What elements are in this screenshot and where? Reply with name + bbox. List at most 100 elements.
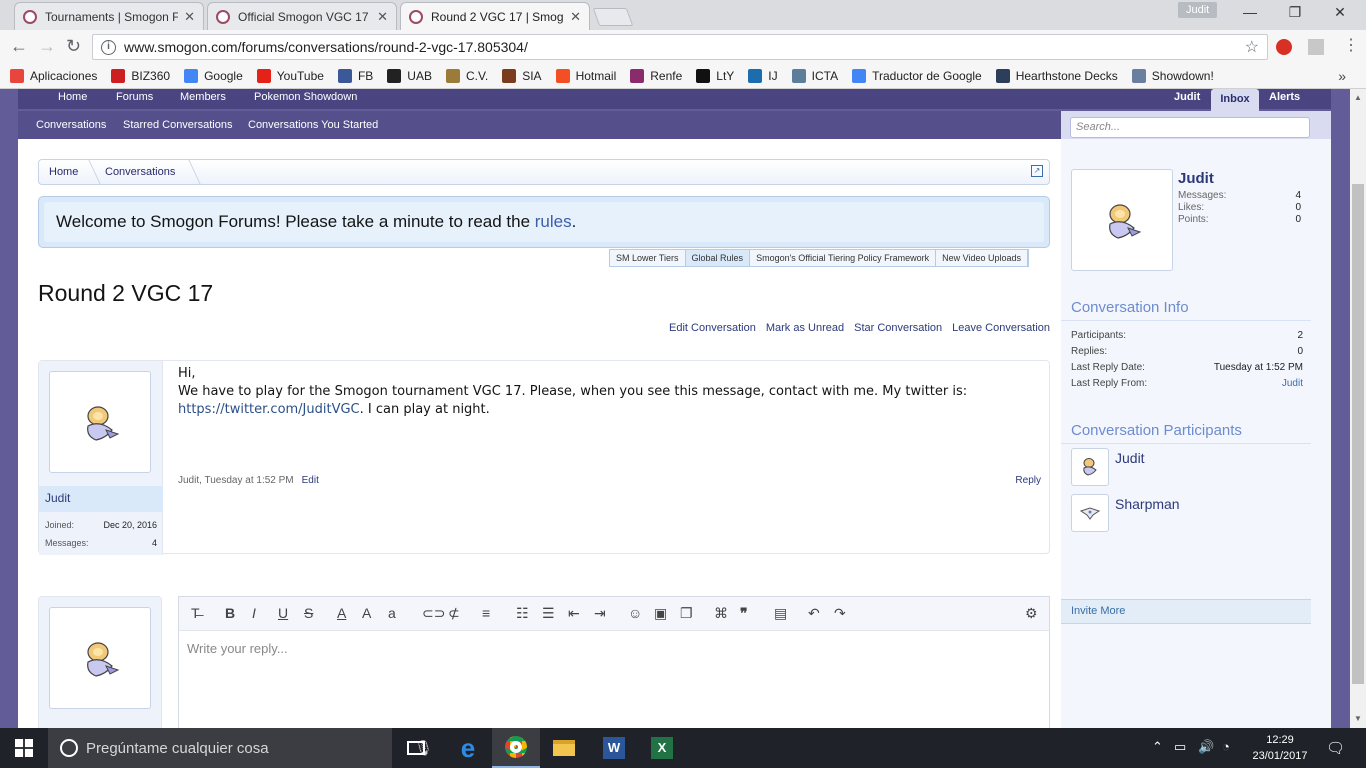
smilie-icon[interactable]: ☺ — [628, 605, 642, 621]
unlink-icon[interactable]: ⊄ — [448, 605, 460, 622]
external-link-icon[interactable]: ↗ — [1031, 165, 1043, 177]
tab-official-smogon-vgc[interactable]: Official Smogon VGC 17 ✕ — [207, 2, 397, 30]
rules-link[interactable]: rules — [535, 212, 572, 231]
edge-icon[interactable]: e — [444, 728, 492, 768]
profile-chip[interactable]: Judit — [1178, 2, 1218, 18]
search-input[interactable]: Search... — [1070, 117, 1310, 138]
task-view-icon[interactable] — [392, 728, 440, 768]
undo-icon[interactable]: ↶ — [808, 605, 820, 622]
forward-icon[interactable]: → — [38, 36, 56, 57]
strikethrough-icon[interactable]: S — [304, 605, 313, 621]
bookmark-item[interactable]: Showdown! — [1131, 69, 1214, 83]
toggle-bbcode-icon[interactable]: ⚙ — [1025, 605, 1038, 622]
mark-unread-link[interactable]: Mark as Unread — [766, 322, 844, 334]
nav-inbox[interactable]: Inbox — [1211, 89, 1259, 111]
start-button[interactable] — [0, 728, 48, 768]
participant-name[interactable]: Sharpman — [1115, 496, 1180, 512]
participant-item[interactable]: Sharpman — [1071, 494, 1301, 534]
clock[interactable]: 12:29 23/01/2017 — [1245, 732, 1315, 764]
reply-placeholder[interactable]: Write your reply... — [187, 641, 288, 656]
breadcrumb-home[interactable]: Home — [49, 166, 78, 178]
reply-link[interactable]: Reply — [1015, 475, 1041, 486]
show-hidden-icons-icon[interactable]: ⌃ — [1152, 739, 1163, 755]
scroll-down-icon[interactable]: ▼ — [1354, 714, 1362, 723]
indent-icon[interactable]: ⇥ — [594, 605, 606, 622]
nav-user[interactable]: Judit — [1174, 91, 1200, 103]
chrome-icon[interactable] — [492, 728, 540, 768]
tab-sm-lower-tiers[interactable]: SM Lower Tiers — [610, 250, 686, 266]
underline-icon[interactable]: U — [278, 605, 288, 621]
menu-icon[interactable]: ⋮ — [1343, 35, 1359, 55]
nav-conversations[interactable]: Conversations — [36, 119, 106, 131]
restore-icon[interactable]: ❐ — [1275, 4, 1315, 21]
battery-icon[interactable]: ▭ — [1174, 739, 1186, 755]
bookmark-item[interactable]: Renfe — [630, 69, 682, 83]
tab-tournaments[interactable]: Tournaments | Smogon F ✕ — [14, 2, 204, 30]
font-family-icon[interactable]: a — [388, 605, 396, 621]
image-icon[interactable]: ▣ — [654, 605, 667, 622]
bookmark-item[interactable]: IJ — [748, 69, 778, 83]
bookmarks-overflow-icon[interactable]: » — [1338, 68, 1346, 84]
edit-conversation-link[interactable]: Edit Conversation — [669, 322, 756, 334]
nav-forums[interactable]: Forums — [116, 91, 153, 103]
bookmark-item[interactable]: C.V. — [445, 69, 488, 83]
close-window-icon[interactable]: ✕ — [1320, 4, 1360, 21]
participant-item[interactable]: Judit — [1071, 448, 1301, 488]
bookmark-item[interactable]: Hotmail — [555, 69, 616, 83]
nav-conversations-you-started[interactable]: Conversations You Started — [248, 119, 378, 131]
close-tab-icon[interactable]: ✕ — [570, 9, 581, 25]
outdent-icon[interactable]: ⇤ — [568, 605, 580, 622]
cortana-search-box[interactable]: Pregúntame cualquier cosa 🎙 — [48, 728, 433, 768]
tab-round-2-vgc[interactable]: Round 2 VGC 17 | Smog ✕ — [400, 2, 590, 30]
redo-icon[interactable]: ↷ — [834, 605, 846, 622]
participant-avatar[interactable] — [1071, 448, 1109, 486]
bold-icon[interactable]: B — [225, 605, 235, 621]
breadcrumb-conversations[interactable]: Conversations — [105, 166, 175, 178]
align-icon[interactable]: ≡ — [482, 605, 490, 621]
edit-message-link[interactable]: Edit — [302, 475, 319, 486]
tab-tiering-policy[interactable]: Smogon's Official Tiering Policy Framewo… — [750, 250, 937, 266]
extension-icon[interactable] — [1276, 39, 1292, 55]
message-author[interactable]: Judit — [39, 486, 163, 512]
nav-pokemon-showdown[interactable]: Pokemon Showdown — [254, 91, 357, 103]
participant-avatar[interactable] — [1071, 494, 1109, 532]
code-icon[interactable]: ⌘ — [714, 605, 728, 622]
star-conversation-link[interactable]: Star Conversation — [854, 322, 942, 334]
tab-global-rules[interactable]: Global Rules — [685, 250, 751, 266]
bookmark-item[interactable]: UAB — [387, 69, 432, 83]
notifications-icon[interactable]: 🗨 — [1326, 739, 1345, 757]
quote-icon[interactable]: ❞ — [740, 605, 748, 622]
volume-icon[interactable]: 🔊 — [1198, 739, 1214, 755]
reply-editor[interactable]: T̶ B I U S A A a ⊂⊃ ⊄ ≡ ☷ ☰ ⇤ ⇥ ☺ ▣ ❐ ⌘ … — [178, 596, 1050, 728]
tab-new-video-uploads[interactable]: New Video Uploads — [936, 250, 1029, 266]
font-size-icon[interactable]: A — [362, 605, 371, 621]
info-icon[interactable]: i — [101, 39, 116, 55]
file-explorer-icon[interactable] — [540, 728, 588, 768]
participant-name[interactable]: Judit — [1115, 450, 1145, 466]
bookmark-item[interactable]: YouTube — [256, 69, 324, 83]
bookmark-item[interactable]: Traductor de Google — [852, 69, 982, 83]
font-color-icon[interactable]: A — [337, 605, 346, 621]
extension-pdf-icon[interactable] — [1308, 39, 1324, 55]
last-reply-user-link[interactable]: Judit — [1282, 378, 1303, 389]
remove-format-icon[interactable]: T̶ — [191, 605, 200, 621]
twitter-link[interactable]: https://twitter.com/JuditVGC — [178, 402, 360, 417]
address-bar[interactable]: i www.smogon.com/forums/conversations/ro… — [92, 34, 1268, 60]
network-icon[interactable]: ◔ — [1222, 739, 1230, 754]
avatar[interactable] — [49, 371, 151, 473]
nav-starred-conversations[interactable]: Starred Conversations — [123, 119, 232, 131]
bullet-list-icon[interactable]: ☷ — [516, 605, 529, 622]
bookmark-item[interactable]: Aplicaciones — [10, 69, 97, 83]
nav-alerts[interactable]: Alerts — [1269, 91, 1300, 103]
word-icon[interactable]: W — [590, 728, 638, 768]
excel-icon[interactable]: X — [638, 728, 686, 768]
nav-home[interactable]: Home — [58, 91, 87, 103]
bookmark-item[interactable]: SIA — [502, 69, 542, 83]
invite-more-link[interactable]: Invite More — [1061, 599, 1311, 624]
bookmark-item[interactable]: ICTA — [791, 69, 838, 83]
minimize-icon[interactable]: — — [1230, 4, 1270, 20]
bookmark-star-icon[interactable]: ☆ — [1245, 37, 1259, 57]
back-icon[interactable]: ← — [10, 36, 28, 57]
url-text[interactable]: www.smogon.com/forums/conversations/roun… — [124, 39, 528, 55]
numbered-list-icon[interactable]: ☰ — [542, 605, 555, 622]
